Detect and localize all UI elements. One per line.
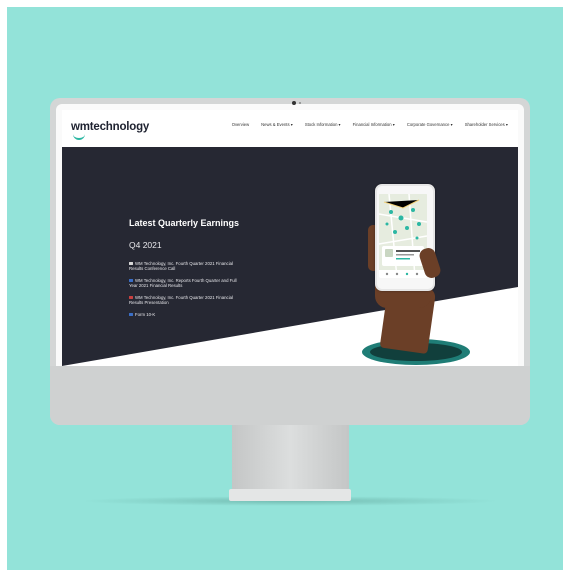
nav-item-corporate-governance[interactable]: Corporate Governance ▾ — [407, 122, 453, 127]
audio-icon — [129, 262, 133, 266]
phone-map-screen — [379, 194, 427, 278]
nav-item-overview[interactable]: Overview — [232, 122, 249, 127]
link-conference-call[interactable]: WM Technology, Inc. Fourth Quarter 2021 … — [129, 261, 239, 271]
pdf-icon — [129, 296, 133, 300]
nav-item-news-events[interactable]: News & Events ▾ — [261, 122, 293, 127]
earnings-links: WM Technology, Inc. Fourth Quarter 2021 … — [129, 261, 239, 324]
camera-sensor-icon — [299, 102, 301, 104]
nav-menu: Overview News & Events ▾ Stock Informati… — [232, 122, 508, 127]
monitor-stand — [232, 425, 349, 490]
nav-item-stock-information[interactable]: Stock Information ▾ — [305, 122, 341, 127]
link-label: WM Technology, Inc. Fourth Quarter 2021 … — [129, 261, 233, 271]
camera-icon — [292, 101, 296, 105]
link-financial-results[interactable]: WM Technology, Inc. Reports Fourth Quart… — [129, 278, 239, 288]
link-label: WM Technology, Inc. Reports Fourth Quart… — [129, 278, 237, 288]
link-label: Form 10-K — [135, 312, 156, 317]
link-form-10k[interactable]: Form 10-K — [129, 312, 239, 317]
hero-white-wedge — [62, 287, 518, 366]
link-label: WM Technology, Inc. Fourth Quarter 2021 … — [129, 295, 233, 305]
earnings-period: Q4 2021 — [129, 240, 162, 250]
top-navigation: wmtechnology Overview News & Events ▾ St… — [62, 110, 518, 146]
logo-smile-icon — [73, 134, 85, 140]
hero-title: Latest Quarterly Earnings — [129, 218, 240, 228]
nav-item-financial-information[interactable]: Financial Information ▾ — [353, 122, 395, 127]
logo-prefix: wm — [71, 121, 90, 133]
wm-technology-logo[interactable]: wmtechnology — [71, 121, 149, 133]
monitor-chin — [50, 366, 530, 425]
website-screen: wmtechnology Overview News & Events ▾ St… — [62, 110, 518, 366]
nav-item-shareholder-services[interactable]: Shareholder Services ▾ — [465, 122, 508, 127]
logo-suffix: technology — [89, 121, 150, 133]
monitor-foot — [229, 489, 351, 501]
document-icon — [129, 313, 133, 317]
document-icon — [129, 279, 133, 283]
link-results-presentation[interactable]: WM Technology, Inc. Fourth Quarter 2021 … — [129, 295, 239, 305]
